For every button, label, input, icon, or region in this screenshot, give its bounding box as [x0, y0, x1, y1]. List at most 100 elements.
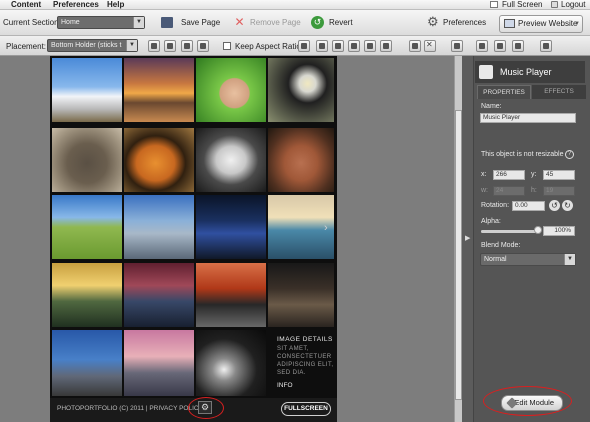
position-icon[interactable]	[298, 40, 310, 52]
footer-copyright: PHOTOPORTFOLIO (C) 2011 | PRIVACY POLIC	[57, 405, 199, 412]
revert-button[interactable]: Revert	[329, 17, 353, 29]
menu-preferences[interactable]: Preferences	[53, 0, 99, 10]
photo-tile-tiger[interactable]	[124, 128, 194, 192]
delete-icon[interactable]: ✕	[424, 40, 436, 52]
align-icon[interactable]	[148, 40, 160, 52]
arrange-icon[interactable]	[476, 40, 488, 52]
help-icon[interactable]: ?	[565, 150, 574, 159]
preview-website-label: Preview Website	[518, 19, 578, 28]
photo-tile-horse[interactable]	[52, 195, 122, 259]
photo-tile-car-blue[interactable]	[52, 330, 122, 396]
photo-tile-horses[interactable]	[196, 128, 266, 192]
rotate-left-icon[interactable]: ↺	[549, 200, 560, 211]
position-icon[interactable]	[364, 40, 376, 52]
remove-icon: ✕	[234, 15, 245, 29]
chevron-down-icon[interactable]: ▼	[574, 16, 580, 32]
alpha-field[interactable]: 100%	[543, 226, 575, 236]
photo-tile-car-red[interactable]	[196, 263, 266, 327]
highlight-circle	[188, 397, 224, 419]
alpha-slider-handle[interactable]	[534, 226, 542, 234]
arrange-icon[interactable]	[494, 40, 506, 52]
position-icon[interactable]	[380, 40, 392, 52]
duplicate-icon[interactable]	[409, 40, 421, 52]
current-section-select[interactable]: Home ▼	[57, 16, 145, 29]
chevron-right-icon: ▶	[465, 235, 471, 242]
photo-tile-mountain-sunset[interactable]	[52, 263, 122, 327]
logout-link[interactable]: Logout	[561, 0, 585, 10]
chevron-down-icon: ▼	[564, 254, 575, 265]
highlight-circle	[483, 386, 572, 416]
monitor-icon	[504, 19, 515, 28]
menu-bar: Content Preferences Help Full Screen Log…	[0, 0, 590, 10]
not-resizable-text: This object is not resizable	[481, 151, 564, 158]
blend-mode-value: Normal	[484, 256, 507, 263]
photo-tile-elephant[interactable]	[52, 128, 122, 192]
photo-tile-car-silver[interactable]	[268, 263, 334, 327]
alpha-label: Alpha:	[481, 218, 501, 225]
w-label: w:	[481, 187, 488, 194]
gear-icon: ⚙	[427, 14, 439, 29]
x-field[interactable]: 266	[493, 170, 525, 180]
arrange-icon[interactable]	[512, 40, 524, 52]
panel-header: Music Player	[475, 61, 585, 83]
keep-aspect-checkbox[interactable]	[223, 42, 231, 50]
floppy-disk-icon	[161, 17, 173, 28]
image-details: IMAGE DETAILS SIT AMET, CONSECTETUER ADI…	[277, 334, 337, 398]
position-icon[interactable]	[316, 40, 328, 52]
align-icon[interactable]	[197, 40, 209, 52]
full-screen-link[interactable]: Full Screen	[502, 0, 542, 10]
revert-icon: ↺	[311, 16, 324, 29]
align-icon[interactable]	[181, 40, 193, 52]
name-field[interactable]: Music Player	[480, 113, 576, 123]
blend-mode-select[interactable]: Normal ▼	[480, 253, 576, 266]
blend-mode-label: Blend Mode:	[481, 242, 521, 249]
position-icon[interactable]	[332, 40, 344, 52]
panel-title: Music Player	[500, 67, 552, 77]
photo-tile-bridge-night[interactable]	[196, 195, 266, 259]
alpha-slider-fill	[481, 230, 538, 233]
photo-tile-city[interactable]	[124, 195, 194, 259]
placement-value: Bottom Holder (sticks t	[51, 42, 122, 49]
h-label: h:	[531, 187, 537, 194]
panel-collapse-handle[interactable]: ▶	[462, 56, 474, 422]
rotate-right-icon[interactable]: ↻	[562, 200, 573, 211]
current-section-value: Home	[61, 19, 80, 26]
preview-website-button[interactable]: Preview Website ▼	[499, 15, 583, 33]
image-details-title: IMAGE DETAILS	[277, 336, 333, 343]
logout-icon	[551, 1, 558, 8]
menu-help[interactable]: Help	[107, 0, 124, 10]
fullscreen-button[interactable]: FULLSCREEN	[281, 402, 331, 416]
lock-icon[interactable]	[540, 40, 552, 52]
photo-tile-portrait[interactable]	[196, 58, 266, 122]
y-field[interactable]: 45	[543, 170, 575, 180]
keep-aspect-ratio-label: Keep Aspect Ratio	[235, 42, 301, 51]
save-page-button[interactable]: Save Page	[181, 17, 220, 29]
tab-effects[interactable]: EFFECTS	[532, 85, 586, 99]
placement-label: Placement:	[6, 42, 47, 51]
properties-panel	[462, 56, 590, 422]
rotation-field[interactable]: 0.00	[512, 201, 545, 211]
menu-content[interactable]: Content	[11, 0, 41, 10]
photo-tile-skyline[interactable]	[124, 263, 194, 327]
position-icon[interactable]	[348, 40, 360, 52]
placement-select[interactable]: Bottom Holder (sticks t ▼	[47, 39, 138, 52]
current-section-label: Current Section:	[3, 18, 61, 27]
remove-page-button[interactable]: Remove Page	[250, 17, 301, 29]
image-details-info[interactable]: INFO	[277, 382, 293, 389]
preferences-button[interactable]: Preferences	[443, 17, 486, 29]
photo-tile-harbor[interactable]	[124, 330, 194, 396]
photo-tile-hornbill[interactable]	[268, 58, 334, 122]
align-icon[interactable]	[164, 40, 176, 52]
scrollbar-thumb[interactable]	[455, 110, 462, 400]
layers-icon[interactable]	[451, 40, 463, 52]
w-field: 24	[493, 186, 525, 196]
h-field: 19	[543, 186, 575, 196]
rotation-label: Rotation:	[481, 202, 510, 209]
photo-tile-lizard[interactable]	[268, 128, 334, 192]
next-arrow-icon[interactable]: ›	[324, 222, 328, 234]
photo-tile-windmill[interactable]	[52, 58, 122, 122]
chevron-down-icon: ▼	[126, 40, 137, 51]
photo-tile-highway[interactable]	[196, 330, 266, 396]
photo-tile-sunset[interactable]	[124, 58, 194, 122]
tab-properties[interactable]: PROPERTIES	[477, 85, 531, 99]
